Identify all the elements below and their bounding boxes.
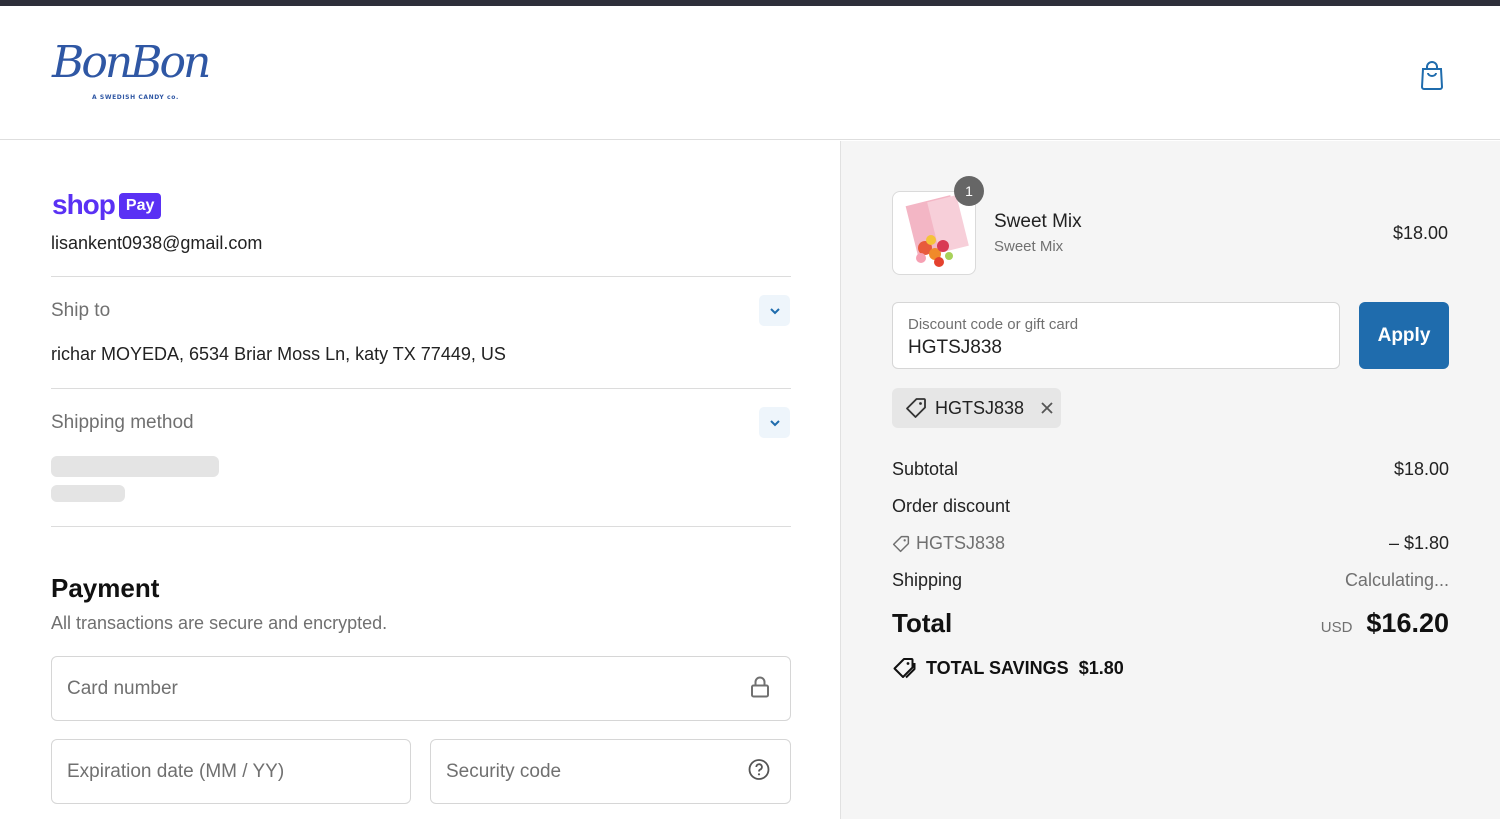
applied-discount-tag: HGTSJ838 (892, 388, 1061, 428)
product-price: $18.00 (1392, 223, 1448, 243)
shop-pay-badge: Pay (118, 193, 162, 219)
subtotal-value: $18.00 (1393, 459, 1449, 479)
security-code-field[interactable] (430, 739, 791, 804)
total-amount: USD $16.20 (1321, 608, 1449, 639)
subtotal-row: Subtotal $18.00 (892, 459, 1449, 480)
checkout-main: shop Pay lisankent0938@gmail.com Ship to… (0, 141, 840, 819)
order-summary: 1 Sweet Mix Sweet Mix $18.00 Discount co… (840, 141, 1500, 819)
card-number-field[interactable] (51, 656, 791, 721)
ship-to-label: Ship to (51, 300, 111, 321)
quantity-badge: 1 (954, 176, 984, 206)
payment-subtitle: All transactions are secure and encrypte… (51, 613, 388, 633)
shopping-bag-icon[interactable] (1419, 60, 1445, 90)
help-circle-icon[interactable] (748, 758, 770, 785)
shipping-row: Shipping Calculating... (892, 570, 1449, 591)
total-row: Total USD $16.20 (892, 608, 1449, 639)
ship-to-toggle-button[interactable] (759, 295, 790, 326)
shipping-method-label: Shipping method (51, 412, 194, 433)
divider (51, 526, 791, 527)
ship-to-address: richar MOYEDA, 6534 Briar Moss Ln, katy … (51, 344, 506, 364)
discount-code-input[interactable] (908, 337, 1308, 359)
shipping-label: Shipping (892, 570, 963, 590)
expiration-date-field[interactable] (51, 739, 411, 804)
expiration-date-input[interactable] (67, 740, 397, 803)
total-label: Total (892, 608, 953, 638)
chevron-down-icon (769, 307, 780, 314)
apply-discount-button[interactable]: Apply (1359, 302, 1449, 369)
security-code-input[interactable] (446, 740, 745, 803)
loading-skeleton (51, 456, 219, 477)
total-savings: TOTAL SAVINGS $1.80 (892, 657, 1124, 679)
lock-icon (750, 675, 770, 702)
card-number-input[interactable] (67, 657, 745, 720)
product-name: Sweet Mix (994, 211, 1082, 232)
discount-code-field[interactable]: Discount code or gift card (892, 302, 1340, 369)
total-currency: USD (1320, 619, 1353, 636)
discount-code-text: HGTSJ838 (916, 533, 1006, 553)
shipping-method-toggle-button[interactable] (759, 407, 790, 438)
applied-discount-code: HGTSJ838 (935, 397, 1025, 418)
total-savings-value: $1.80 (1078, 657, 1124, 678)
close-icon (1041, 402, 1053, 414)
discount-code-row: HGTSJ838 – $1.80 (892, 533, 1449, 554)
discount-code-label: Discount code or gift card (908, 316, 1079, 333)
shop-pay-logo[interactable]: shop Pay (52, 189, 162, 221)
product-variant: Sweet Mix (994, 238, 1064, 255)
site-header: BonBon A SWEDISH CANDY co. (0, 6, 1500, 140)
order-discount-label: Order discount (892, 496, 1011, 516)
tag-icon (892, 535, 910, 552)
tag-icon (906, 398, 926, 418)
shop-pay-word: shop (52, 189, 116, 220)
chevron-down-icon (769, 419, 780, 426)
payment-title: Payment (51, 573, 160, 603)
order-discount-row: Order discount (892, 496, 1449, 517)
bonbon-logo[interactable]: BonBon A SWEDISH CANDY co. (52, 36, 212, 116)
total-value: $16.20 (1366, 608, 1449, 638)
logo-wordmark: BonBon (52, 37, 211, 88)
total-savings-label: TOTAL SAVINGS (926, 657, 1069, 678)
remove-discount-button[interactable] (1040, 401, 1054, 415)
divider (51, 276, 791, 277)
subtotal-label: Subtotal (892, 459, 959, 479)
logo-subtitle: A SWEDISH CANDY co. (92, 94, 179, 101)
discount-value: – $1.80 (1388, 533, 1449, 553)
divider (51, 388, 791, 389)
discount-code-summary: HGTSJ838 (892, 533, 1005, 554)
tags-icon (893, 658, 916, 679)
contact-email: lisankent0938@gmail.com (51, 233, 263, 253)
shipping-value: Calculating... (1344, 570, 1449, 590)
loading-skeleton (51, 485, 125, 502)
